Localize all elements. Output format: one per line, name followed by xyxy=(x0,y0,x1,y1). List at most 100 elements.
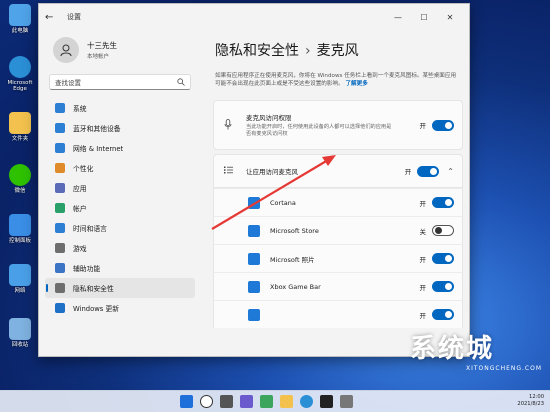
store-icon[interactable] xyxy=(320,395,333,408)
maximize-button[interactable]: ☐ xyxy=(411,13,437,22)
edge-icon[interactable] xyxy=(300,395,313,408)
control-panel-icon xyxy=(9,214,31,236)
search-placeholder: 查找设置 xyxy=(55,79,81,87)
tray-time: 12:00 xyxy=(529,394,544,400)
close-button[interactable]: ✕ xyxy=(437,13,463,22)
app-name: Cortana xyxy=(270,198,296,207)
sidebar-item-icon xyxy=(55,303,65,313)
search-icon[interactable] xyxy=(200,395,213,408)
app-toggle[interactable] xyxy=(432,253,454,265)
back-arrow-icon[interactable]: ← xyxy=(45,12,61,23)
sidebar-item[interactable]: 隐私和安全性 xyxy=(45,278,195,298)
network-icon xyxy=(9,264,31,286)
sidebar-item-icon xyxy=(55,203,65,213)
sidebar-item[interactable]: 辅助功能 xyxy=(45,258,195,278)
sidebar-item[interactable]: 应用 xyxy=(45,178,195,198)
recycle-bin-icon xyxy=(9,318,31,340)
user-icon xyxy=(60,44,72,57)
app-row: Microsoft Store 关 xyxy=(213,216,463,245)
app-icon xyxy=(248,224,260,237)
learn-more-link[interactable]: 了解更多 xyxy=(345,81,367,87)
settings-icon[interactable] xyxy=(340,395,353,408)
app-access-toggle[interactable] xyxy=(417,165,440,177)
app-state: 关 xyxy=(419,227,427,236)
start-icon[interactable] xyxy=(180,395,193,408)
search-input[interactable]: 查找设置 xyxy=(49,74,191,90)
desktop-icon-folder[interactable]: 文件夹 xyxy=(2,112,38,142)
desktop-icon-network[interactable]: 网络 xyxy=(2,264,38,294)
search-icon xyxy=(177,78,185,86)
sidebar-item[interactable]: 系统 xyxy=(45,98,195,118)
sidebar-item-label: 帐户 xyxy=(73,205,87,213)
desktop-icon-label: 文件夹 xyxy=(11,136,29,142)
sidebar: 十三先生 本地帐户 查找设置 系统蓝牙和其他设备 网络 & Internet 个性化… xyxy=(39,30,201,356)
app-name: Microsoft Store xyxy=(270,226,319,235)
sidebar-item-label: 时间和语言 xyxy=(73,225,107,233)
watermark: 系统城 XITONGCHENG.COM xyxy=(410,328,542,372)
widgets-icon[interactable] xyxy=(240,395,253,408)
sidebar-item-icon xyxy=(55,103,65,113)
watermark-brand: 系统城 xyxy=(409,334,494,364)
mic-access-toggle[interactable] xyxy=(432,119,454,131)
app-state: 开 xyxy=(419,199,427,208)
app-toggle[interactable] xyxy=(432,225,454,237)
sidebar-item[interactable]: 蓝牙和其他设备 xyxy=(45,118,195,138)
edge-icon xyxy=(9,56,31,78)
mic-access-title: 麦克风访问权限 xyxy=(246,114,292,123)
sidebar-item-label: 隐私和安全性 xyxy=(73,285,114,293)
desktop-icon-label: 回收站 xyxy=(11,342,29,348)
app-state: 开 xyxy=(419,255,427,264)
profile[interactable]: 十三先生 本地帐户 xyxy=(45,30,195,70)
sidebar-item[interactable]: 游戏 xyxy=(45,238,195,258)
profile-subtitle: 本地帐户 xyxy=(87,54,110,60)
sidebar-item-label: 辅助功能 xyxy=(73,265,101,273)
app-access-state: 开 xyxy=(404,168,412,177)
computer-icon xyxy=(9,4,31,26)
list-icon xyxy=(222,166,234,176)
sidebar-item-label: 蓝牙和其他设备 xyxy=(73,125,121,133)
desktop-icon-wechat[interactable]: 微信 xyxy=(2,164,38,194)
microphone-icon xyxy=(222,118,234,132)
file-explorer-icon[interactable] xyxy=(280,395,293,408)
desktop-icon-this-pc[interactable]: 此电脑 xyxy=(2,4,38,34)
desktop-icon-label: 微信 xyxy=(14,188,26,194)
sidebar-item-icon xyxy=(55,283,65,293)
sidebar-item-label: 个性化 xyxy=(73,165,94,173)
app-access-card: 让应用访问麦克风 开 ⌃ xyxy=(213,154,463,189)
sidebar-item-icon xyxy=(55,183,65,193)
breadcrumb-separator: › xyxy=(305,43,311,59)
sidebar-item-icon xyxy=(55,123,65,133)
app-toggle[interactable] xyxy=(432,309,454,321)
sidebar-item-label: 应用 xyxy=(73,185,87,193)
task-view-icon[interactable] xyxy=(220,395,233,408)
chevron-up-icon[interactable]: ⌃ xyxy=(447,167,454,176)
app-toggle[interactable] xyxy=(432,281,454,293)
sidebar-item[interactable]: 时间和语言 xyxy=(45,218,195,238)
main-content: 隐私和安全性 › 麦克风 如果有应用程序正在使用麦克风，你将在 Windows 任务… xyxy=(209,30,469,356)
profile-name: 十三先生 xyxy=(87,41,117,50)
app-toggle[interactable] xyxy=(432,197,454,209)
title-bar: ← 设置 — ☐ ✕ xyxy=(39,4,469,30)
minimize-button[interactable]: — xyxy=(385,13,411,22)
sidebar-item[interactable]: 网络 & Internet xyxy=(45,138,195,158)
app-state: 开 xyxy=(419,311,427,320)
app-access-title: 让应用访问麦克风 xyxy=(246,168,298,177)
breadcrumb-parent[interactable]: 隐私和安全性 xyxy=(215,43,299,59)
sidebar-item[interactable]: 帐户 xyxy=(45,198,195,218)
app-name: Xbox Game Bar xyxy=(270,282,321,291)
desktop-icon-edge[interactable]: Microsoft Edge xyxy=(2,56,38,92)
app-row: Microsoft 照片 开 xyxy=(213,244,463,273)
sidebar-item-icon xyxy=(55,143,65,153)
app-name: Microsoft 照片 xyxy=(270,255,315,264)
app-state: 开 xyxy=(419,283,427,292)
desktop-icon-control-panel[interactable]: 控制面板 xyxy=(2,214,38,244)
sidebar-item[interactable]: Windows 更新 xyxy=(45,298,195,318)
desktop-icon-recycle-bin[interactable]: 回收站 xyxy=(2,318,38,348)
chat-icon[interactable] xyxy=(260,395,273,408)
system-tray[interactable]: 12:00 2021/8/23 xyxy=(517,394,544,408)
sidebar-item-label: 网络 & Internet xyxy=(73,145,124,153)
sidebar-item[interactable]: 个性化 xyxy=(45,158,195,178)
sidebar-item-label: Windows 更新 xyxy=(73,305,120,313)
sidebar-item-icon xyxy=(55,243,65,253)
desktop-icon-label: 此电脑 xyxy=(11,28,29,34)
